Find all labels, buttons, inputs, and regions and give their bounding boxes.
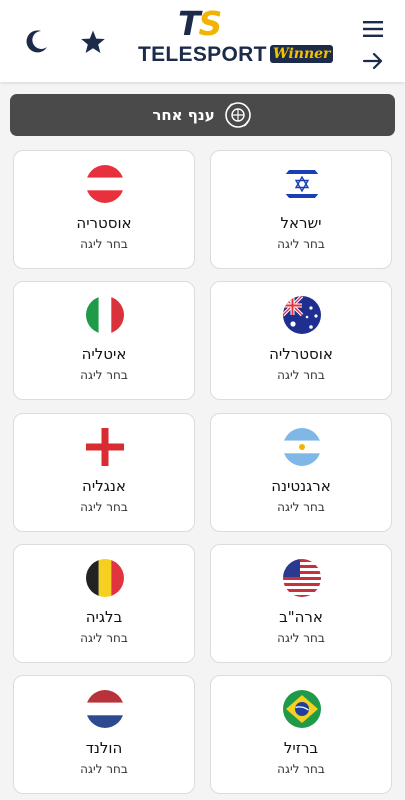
choose-league-label: בחר ליגה bbox=[80, 762, 128, 776]
country-card-austria[interactable]: אוסטריה בחר ליגה bbox=[13, 150, 195, 269]
brazil-flag-icon bbox=[283, 690, 321, 728]
country-card-australia[interactable]: אוסטרליה בחר ליגה bbox=[210, 281, 392, 400]
country-name: בלגיה bbox=[85, 608, 123, 626]
telesport-winner-logo[interactable]: TS TELESPORT Winner bbox=[138, 6, 338, 70]
country-card-brazil[interactable]: ברזיל בחר ליגה bbox=[210, 675, 392, 794]
choose-league-label: בחר ליגה bbox=[80, 368, 128, 382]
logo-brand-text: TELESPORT bbox=[138, 43, 267, 66]
star-icon[interactable] bbox=[78, 27, 108, 57]
country-card-israel[interactable]: ישראל בחר ליגה bbox=[210, 150, 392, 269]
arrow-right-icon[interactable] bbox=[360, 50, 386, 72]
choose-league-label: בחר ליגה bbox=[277, 631, 325, 645]
choose-league-label: בחר ליגה bbox=[80, 631, 128, 645]
country-name: אוסטרליה bbox=[269, 345, 333, 363]
logo-ts-mark: TS bbox=[178, 4, 222, 43]
austria-flag-icon bbox=[86, 165, 124, 203]
netherlands-flag-icon bbox=[86, 690, 124, 728]
country-card-usa[interactable]: ארה"ב בחר ליגה bbox=[210, 544, 392, 663]
country-name: הולנד bbox=[85, 739, 123, 757]
choose-league-label: בחר ליגה bbox=[277, 368, 325, 382]
country-name: איטליה bbox=[81, 345, 127, 363]
england-flag-icon bbox=[86, 428, 124, 466]
choose-league-label: בחר ליגה bbox=[277, 762, 325, 776]
belgium-flag-icon bbox=[86, 559, 124, 597]
country-card-argentina[interactable]: ארגנטינה בחר ליגה bbox=[210, 413, 392, 532]
australia-flag-icon bbox=[283, 296, 321, 334]
hamburger-menu-icon[interactable] bbox=[360, 17, 386, 41]
logo-winner-text: Winner bbox=[270, 45, 334, 63]
country-name: אוסטריה bbox=[76, 214, 132, 232]
italy-flag-icon bbox=[86, 296, 124, 334]
country-name: ישראל bbox=[280, 214, 322, 232]
usa-flag-icon bbox=[283, 559, 321, 597]
country-name: ארגנטינה bbox=[271, 477, 331, 495]
country-card-netherlands[interactable]: הולנד בחר ליגה bbox=[13, 675, 195, 794]
sport-ball-icon bbox=[223, 100, 253, 130]
other-sport-label: ענף אחר bbox=[152, 106, 215, 124]
choose-league-label: בחר ליגה bbox=[277, 500, 325, 514]
choose-league-label: בחר ליגה bbox=[277, 237, 325, 251]
country-card-belgium[interactable]: בלגיה בחר ליגה bbox=[13, 544, 195, 663]
argentina-flag-icon bbox=[283, 428, 321, 466]
country-card-italy[interactable]: איטליה בחר ליגה bbox=[13, 281, 195, 400]
choose-league-label: בחר ליגה bbox=[80, 237, 128, 251]
israel-flag-icon bbox=[283, 165, 321, 203]
country-name: אנגליה bbox=[82, 477, 126, 495]
choose-league-label: בחר ליגה bbox=[80, 500, 128, 514]
app-header: TS TELESPORT Winner bbox=[0, 0, 405, 82]
other-sport-button[interactable]: ענף אחר bbox=[10, 94, 395, 136]
country-name: ארה"ב bbox=[279, 608, 323, 626]
moon-icon[interactable] bbox=[22, 26, 52, 56]
country-name: ברזיל bbox=[283, 739, 319, 757]
country-card-england[interactable]: אנגליה בחר ליגה bbox=[13, 413, 195, 532]
